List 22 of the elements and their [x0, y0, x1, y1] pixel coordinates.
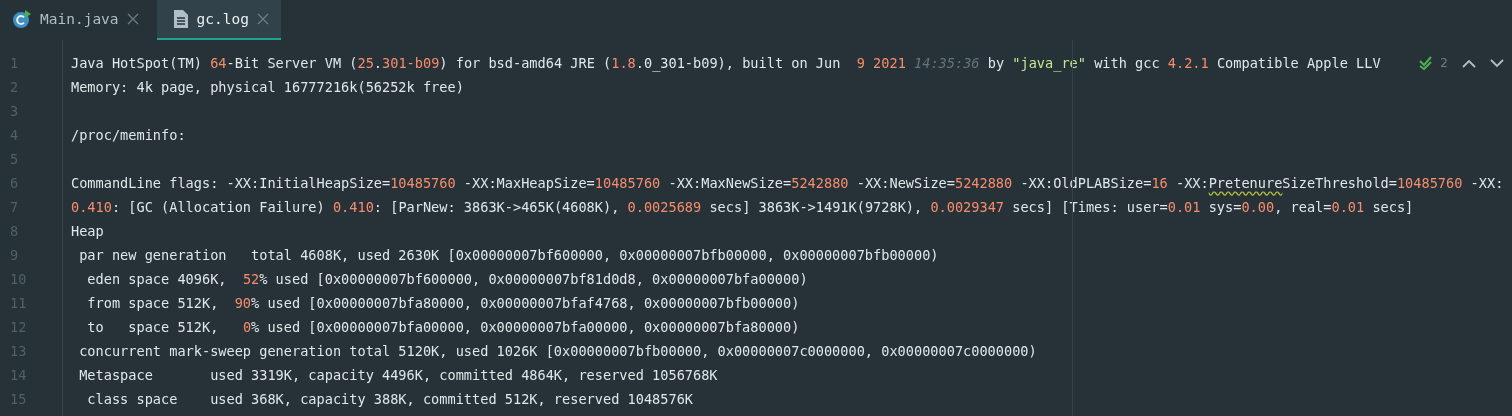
close-icon[interactable] — [256, 13, 269, 25]
editor-tab[interactable]: Main.java — [10, 0, 151, 41]
code-line: concurrent mark-sweep generation total 5120K, used 1026K [0x00000007bfb00000, 0x00000007c0000000, 0x00000007c0000000) — [78, 343, 1037, 359]
code-line: /proc/meminfo: — [71, 127, 186, 143]
problem-count: 2 — [1440, 56, 1448, 70]
file-icon — [172, 9, 189, 29]
code-line: 0.410: [GC (Allocation Failure) 0.410: [ParNew: 3863K->465K(4608K), 0.0025689 secs] 3863K->1491K(9728K), 0.0029347 secs] [Times: user=0.01 sys=0.00, real=0.01 secs] — [71, 199, 1414, 215]
code-line: eden space 4096K, 52% used [0x00000007bf600000, 0x00000007bf81d0d8, 0x00000007bfa00000) — [86, 271, 808, 287]
code-line: CommandLine flags: -XX:InitialHeapSize=10485760 -XX:MaxHeapSize=10485760 -XX:MaxNewSize=5242880 -XX:NewSize=5242880 -XX:OldPLABSize=16 -XX:PretenureSizeThreshold=10485760 -XX: — [71, 175, 1504, 191]
chevron-up-icon[interactable] — [1462, 58, 1476, 68]
code-line: Java HotSpot(TM) 64-Bit Server VM (25.301-b09) for bsd-amd64 JRE (1.8.0_301-b09), built on Jun 9 2021 14:35:36 by "java_re" with gcc 4.2.1 Compatible Apple LLV — [71, 55, 1381, 71]
code-line: Metaspace used 3319K, capacity 4496K, committed 4864K, reserved 1056768K — [78, 367, 718, 383]
chevron-down-icon[interactable] — [1490, 58, 1504, 68]
close-icon[interactable] — [126, 13, 139, 25]
class-icon — [12, 9, 32, 29]
code-line: class space used 368K, capacity 388K, committed 512K, reserved 1048576K — [86, 391, 693, 407]
editor-tab[interactable]: gc.log — [156, 0, 281, 41]
code-line: Memory: 4k page, physical 16777216k(56252k free) — [71, 79, 464, 95]
code-line: Heap — [71, 223, 104, 239]
code-line: par new generation total 4608K, used 2630K [0x00000007bf600000, 0x00000007bfb00000, 0x00000007bfb00000) — [78, 247, 939, 263]
code-line: to space 512K, 0% used [0x00000007bfa00000, 0x00000007bfa00000, 0x00000007bfa80000) — [86, 319, 800, 335]
code-line: from space 512K, 90% used [0x00000007bfa80000, 0x00000007bfaf4768, 0x00000007bfb00000) — [86, 295, 800, 311]
